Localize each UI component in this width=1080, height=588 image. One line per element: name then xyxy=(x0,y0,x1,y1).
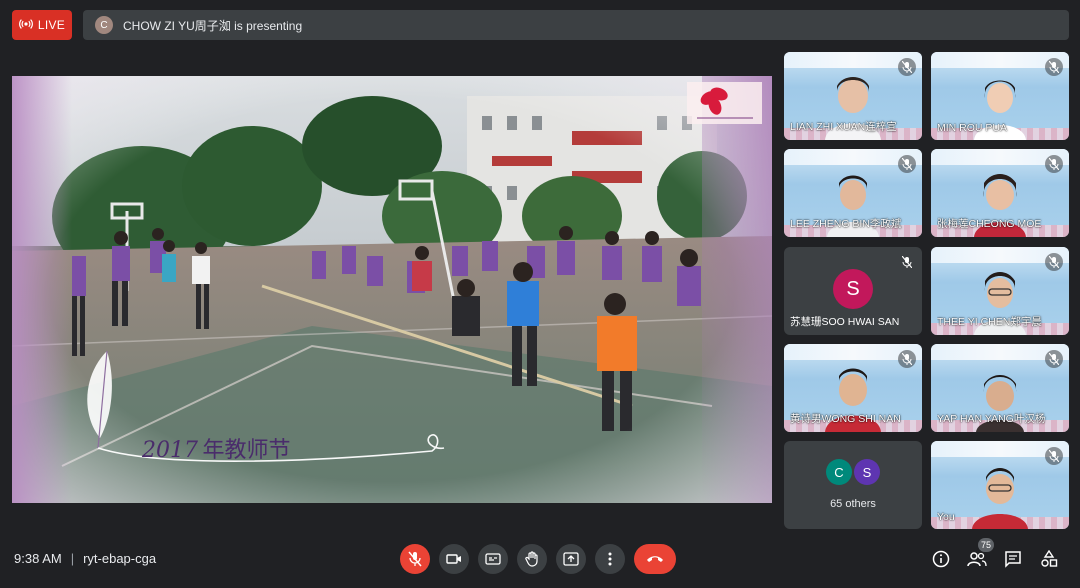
self-tile[interactable]: You xyxy=(931,441,1069,529)
participant-avatar: S xyxy=(833,269,873,309)
participant-name: LEE ZHENG BIN李政斌 xyxy=(790,218,902,230)
participant-tile[interactable]: YAP HAN YANG叶汉杨 xyxy=(931,344,1069,432)
participant-name: THEE YI CHEN郑宇晨 xyxy=(937,316,1042,328)
info-icon xyxy=(932,550,950,568)
caption-year: 2017 xyxy=(142,438,198,463)
mic-off-icon xyxy=(408,551,422,567)
more-options-button[interactable] xyxy=(595,544,625,574)
chat-button[interactable] xyxy=(1002,548,1024,570)
hand-icon xyxy=(525,551,538,567)
leave-call-button[interactable] xyxy=(634,544,676,574)
presentation-caption: 2017 年教师节 xyxy=(142,432,290,464)
mic-off-icon xyxy=(898,155,916,173)
mic-off-icon xyxy=(1045,350,1063,368)
live-badge: LIVE xyxy=(12,10,72,40)
participant-tile[interactable]: THEE YI CHEN郑宇晨 xyxy=(931,247,1069,335)
meeting-info: 9:38 AM | ryt-ebap-cga xyxy=(14,551,156,566)
participant-name: 苏慧珊SOO HWAI SAN xyxy=(790,316,900,328)
mic-off-icon xyxy=(1045,447,1063,465)
mic-off-icon xyxy=(898,350,916,368)
mic-off-icon xyxy=(898,58,916,76)
participant-tile[interactable]: MIN ROU PUA xyxy=(931,52,1069,140)
camera-toggle-button[interactable] xyxy=(439,544,469,574)
others-avatar: S xyxy=(854,459,880,485)
presenter-avatar: C xyxy=(95,16,113,34)
info-separator: | xyxy=(70,551,75,566)
mic-toggle-button[interactable] xyxy=(400,544,430,574)
others-tile[interactable]: C S 65 others xyxy=(784,441,922,529)
participant-tile[interactable]: LIAN ZHI XUAN连梓宣 xyxy=(784,52,922,140)
presenting-text: CHOW ZI YU周子洳 is presenting xyxy=(123,18,303,33)
present-screen-icon xyxy=(563,552,579,566)
participant-name: LIAN ZHI XUAN连梓宣 xyxy=(790,121,897,133)
caption-text: 年教师节 xyxy=(202,438,291,463)
participant-name: MIN ROU PUA xyxy=(937,122,1008,134)
chat-icon xyxy=(1005,551,1021,568)
school-logo xyxy=(687,82,762,124)
mic-off-icon xyxy=(1045,58,1063,76)
participant-name: 张梅莲CHEONG MOE xyxy=(937,218,1042,230)
others-count: 65 others xyxy=(830,498,876,510)
presenting-bar: C CHOW ZI YU周子洳 is presenting xyxy=(83,10,1069,40)
presentation-photo xyxy=(12,76,772,503)
meeting-details-button[interactable] xyxy=(930,548,952,570)
participant-tile[interactable]: 黄诗男WONG SHI NAN xyxy=(784,344,922,432)
others-avatars: C S xyxy=(826,459,880,485)
present-now-button[interactable] xyxy=(556,544,586,574)
broadcast-icon xyxy=(19,18,33,32)
raise-hand-button[interactable] xyxy=(517,544,547,574)
live-label: LIVE xyxy=(37,18,66,32)
video-camera-icon xyxy=(446,554,461,564)
participant-name: 黄诗男WONG SHI NAN xyxy=(790,413,901,425)
meeting-time: 9:38 AM xyxy=(14,551,62,566)
mic-off-icon xyxy=(1045,155,1063,173)
mic-off-icon xyxy=(898,253,916,271)
captions-button[interactable] xyxy=(478,544,508,574)
activities-shapes-icon xyxy=(1041,550,1058,567)
participant-tile[interactable]: LEE ZHENG BIN李政斌 xyxy=(784,149,922,237)
closed-captions-icon xyxy=(485,553,501,565)
participant-name: YAP HAN YANG叶汉杨 xyxy=(937,413,1046,425)
participant-name: You xyxy=(937,511,955,523)
more-vertical-icon xyxy=(608,552,612,566)
mic-off-icon xyxy=(1045,253,1063,271)
others-avatar: C xyxy=(826,459,852,485)
participant-tile[interactable]: 张梅莲CHEONG MOE xyxy=(931,149,1069,237)
activities-button[interactable] xyxy=(1038,548,1060,570)
presentation-screen: 2017 年教师节 xyxy=(12,76,772,503)
participant-count-badge: 75 xyxy=(978,538,995,552)
participant-tile[interactable]: S 苏慧珊SOO HWAI SAN xyxy=(784,247,922,335)
phone-hangup-icon xyxy=(647,556,663,562)
people-icon xyxy=(967,552,987,567)
meeting-code: ryt-ebap-cga xyxy=(83,551,157,566)
